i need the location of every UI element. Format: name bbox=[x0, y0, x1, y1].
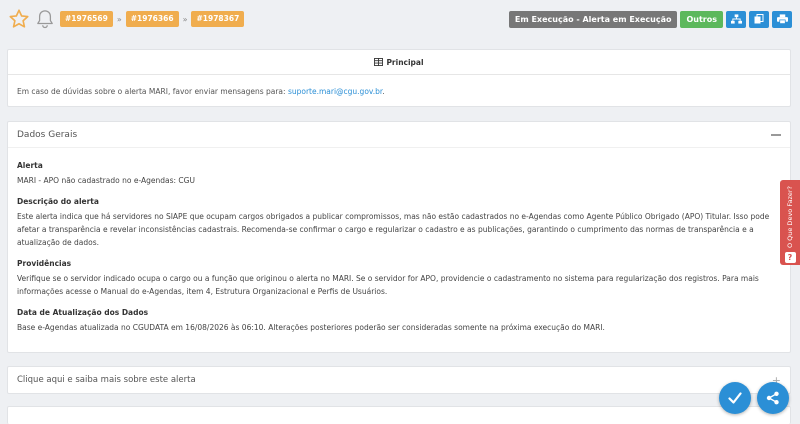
breadcrumb-item[interactable]: #1976569 bbox=[60, 11, 113, 27]
saiba-mais-title[interactable]: Clique aqui e saiba mais sobre este aler… bbox=[17, 375, 196, 385]
toolbar-actions: Em Execução - Alerta em Execução Outros bbox=[508, 10, 792, 28]
support-email-link[interactable]: suporte.mari@cgu.gov.br bbox=[288, 87, 382, 96]
share-fab-button[interactable] bbox=[757, 382, 789, 414]
outros-button[interactable]: Outros bbox=[680, 10, 723, 28]
copy-icon bbox=[754, 14, 764, 24]
table-icon bbox=[374, 58, 384, 66]
breadcrumb-item[interactable]: #1978367 bbox=[191, 11, 245, 27]
dados-gerais-header[interactable]: Dados Gerais bbox=[8, 122, 790, 148]
info-text: Em caso de dúvidas sobre o alerta MARI, … bbox=[17, 87, 288, 96]
status-badge: Em Execução - Alerta em Execução bbox=[508, 10, 678, 28]
question-icon: ? bbox=[784, 252, 796, 264]
confirm-fab-button[interactable] bbox=[719, 382, 751, 414]
dados-gerais-title: Dados Gerais bbox=[17, 129, 78, 140]
saiba-mais-panel[interactable]: Clique aqui e saiba mais sobre este aler… bbox=[7, 366, 791, 394]
print-button[interactable] bbox=[772, 10, 792, 28]
dados-gerais-body: Alerta MARI - APO não cadastrado no e-Ag… bbox=[8, 148, 790, 340]
top-toolbar: #1976569 » #1976366 » #1978367 Em Execuç… bbox=[0, 0, 800, 38]
field-value-data-atualizacao: Base e-Agendas atualizada no CGUDATA em … bbox=[17, 323, 605, 332]
field-label-alerta: Alerta bbox=[17, 161, 43, 170]
copy-button[interactable] bbox=[749, 10, 769, 28]
field-value-alerta: MARI - APO não cadastrado no e-Agendas: … bbox=[17, 176, 195, 185]
help-side-tab[interactable]: O Que Devo Fazer? ? bbox=[780, 180, 800, 265]
share-icon bbox=[766, 391, 779, 405]
bell-icon[interactable] bbox=[36, 9, 54, 29]
next-panel bbox=[7, 406, 791, 424]
breadcrumb: #1976569 » #1976366 » #1978367 bbox=[60, 11, 245, 27]
principal-panel: Principal Em caso de dúvidas sobre o ale… bbox=[7, 49, 791, 107]
field-label-data-atualizacao: Data de Atualização dos Dados bbox=[17, 308, 149, 317]
principal-info: Em caso de dúvidas sobre o alerta MARI, … bbox=[8, 75, 790, 108]
print-icon bbox=[776, 14, 788, 24]
collapse-icon[interactable] bbox=[771, 133, 781, 136]
breadcrumb-item[interactable]: #1976366 bbox=[125, 11, 179, 27]
principal-title: Principal bbox=[386, 57, 424, 67]
field-value-descricao: Este alerta indica que há servidores no … bbox=[17, 212, 770, 247]
flow-button[interactable] bbox=[726, 10, 746, 28]
star-icon[interactable] bbox=[8, 8, 30, 30]
principal-header: Principal bbox=[8, 50, 790, 75]
field-label-descricao: Descrição do alerta bbox=[17, 197, 99, 206]
check-icon bbox=[728, 392, 742, 404]
help-side-label: O Que Devo Fazer? bbox=[786, 186, 794, 249]
field-value-providencias: Verifique se o servidor indicado ocupa o… bbox=[17, 274, 759, 296]
breadcrumb-separator: » bbox=[182, 14, 188, 24]
breadcrumb-separator: » bbox=[116, 14, 122, 24]
field-label-providencias: Providências bbox=[17, 259, 72, 268]
info-end: . bbox=[382, 87, 385, 96]
sitemap-icon bbox=[730, 14, 742, 24]
dados-gerais-panel: Dados Gerais Alerta MARI - APO não cadas… bbox=[7, 121, 791, 353]
